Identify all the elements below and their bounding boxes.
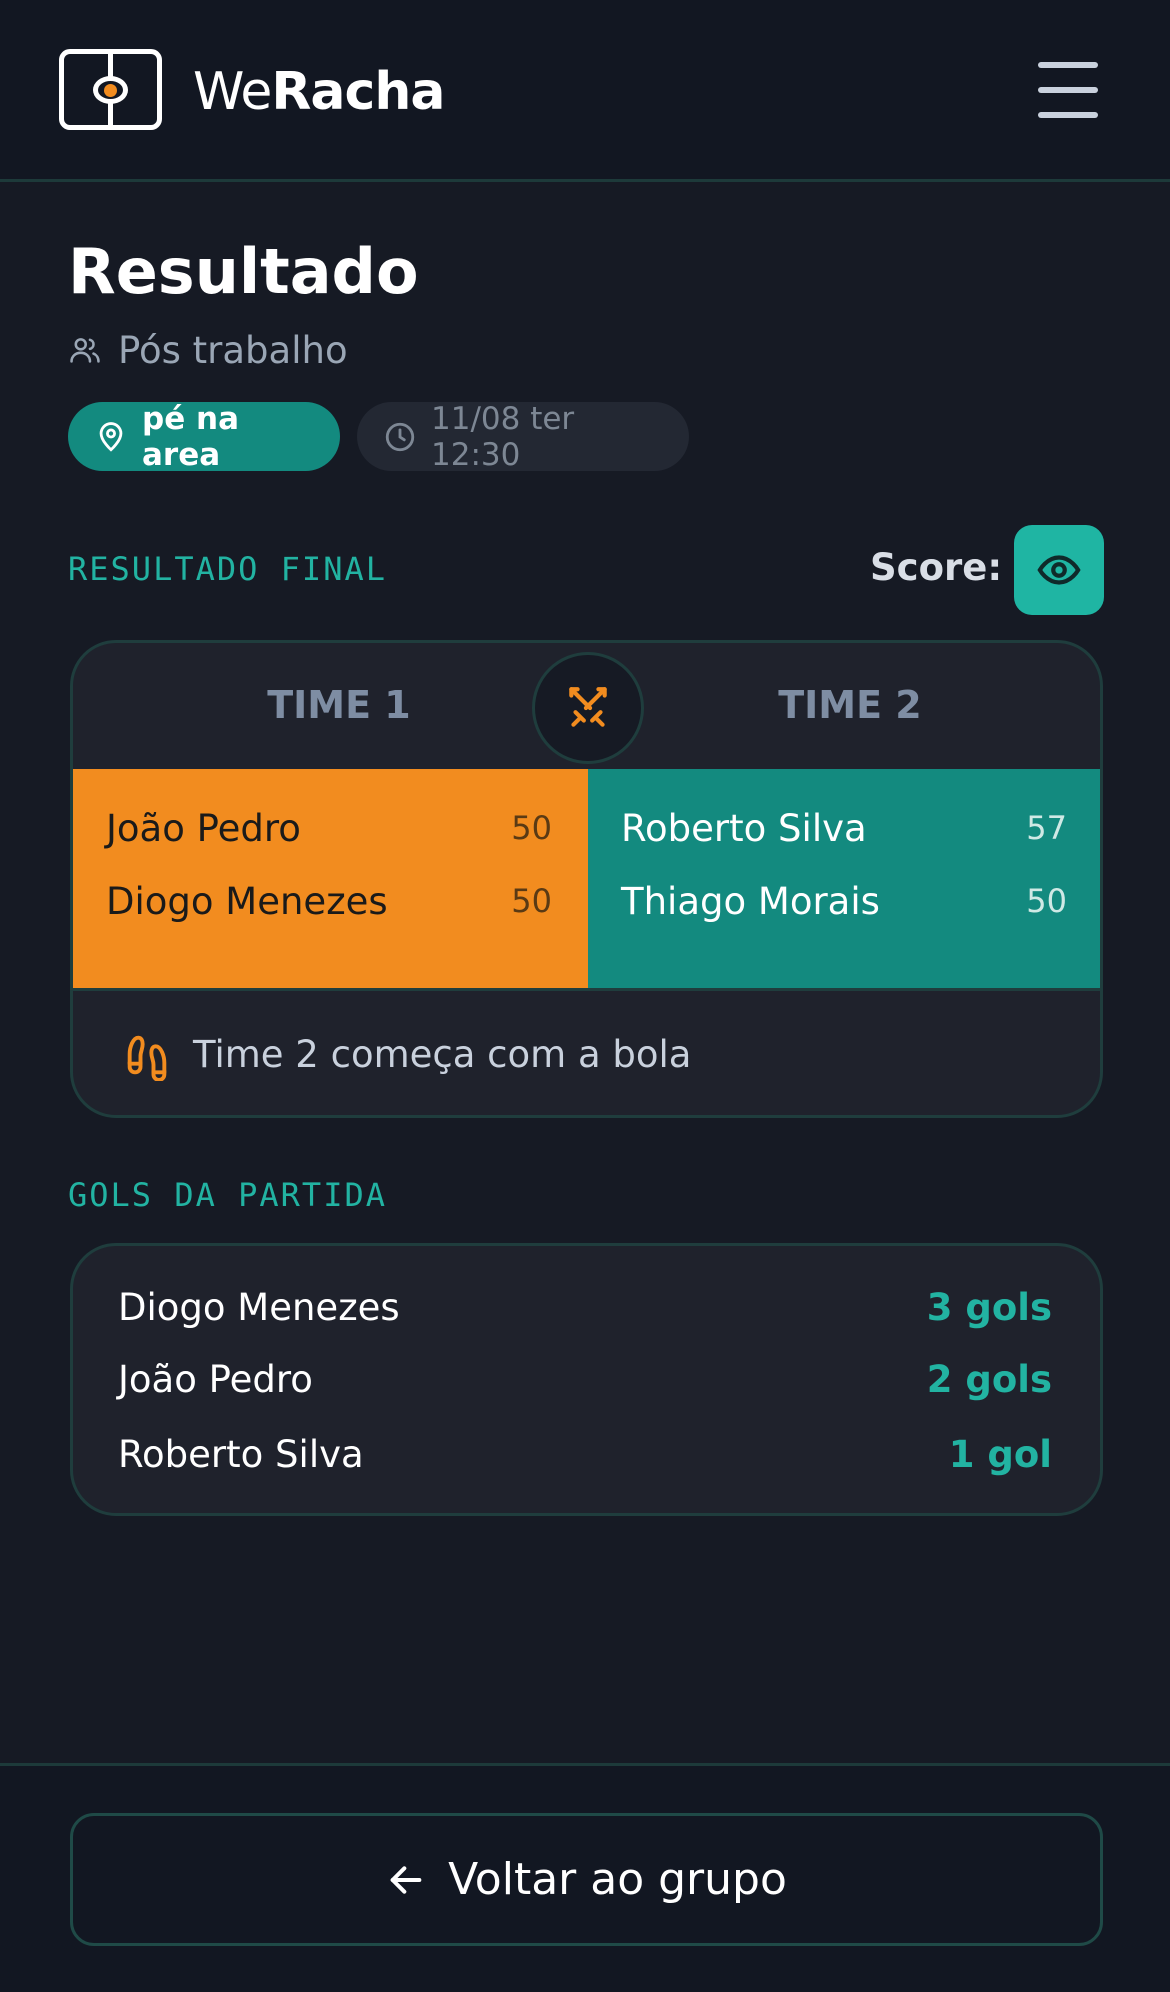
eye-icon <box>1037 555 1081 585</box>
scorer-name: João Pedro <box>118 1357 313 1401</box>
back-to-group-button[interactable]: Voltar ao grupo <box>70 1813 1103 1946</box>
player-score: 57 <box>1026 809 1067 847</box>
match-goals-label: GOLS DA PARTIDA <box>68 1176 387 1214</box>
scorer-name: Diogo Menezes <box>118 1285 400 1329</box>
team2-player-row: Roberto Silva 57 <box>621 800 1067 856</box>
versus-badge <box>532 652 644 764</box>
player-name: Roberto Silva <box>621 806 867 850</box>
player-score: 50 <box>511 809 552 847</box>
group-info: Pós trabalho <box>68 326 348 374</box>
player-name: Thiago Morais <box>621 879 880 923</box>
player-name: João Pedro <box>106 806 301 850</box>
brand-name[interactable]: WeRacha <box>193 60 445 124</box>
arrow-left-icon <box>390 1865 422 1894</box>
kickoff-info: Time 2 começa com a bola <box>73 988 1100 1115</box>
goal-row: João Pedro 2 gols <box>118 1351 1052 1407</box>
goal-row: Roberto Silva 1 gol <box>118 1426 1052 1482</box>
page-title: Resultado <box>68 235 419 308</box>
teams-card: TIME 1 TIME 2 João Pedro 50 Diogo Meneze… <box>70 640 1103 1118</box>
crossed-swords-icon <box>569 687 607 727</box>
logo-icon[interactable] <box>59 49 162 130</box>
team2-player-row: Thiago Morais 50 <box>621 873 1067 929</box>
location-chip[interactable]: pé na area <box>68 400 340 473</box>
location-pin-icon <box>99 421 123 452</box>
users-icon <box>70 338 100 363</box>
footprints-icon <box>127 1035 167 1081</box>
team1-player-row: João Pedro 50 <box>106 800 552 856</box>
team1-title: TIME 1 <box>267 683 411 727</box>
goal-count: 2 gols <box>926 1357 1052 1401</box>
datetime-chip: 11/08 ter 12:30 <box>357 400 689 473</box>
datetime-text: 11/08 ter 12:30 <box>431 400 575 473</box>
menu-icon[interactable] <box>1038 62 1098 118</box>
player-score: 50 <box>1026 882 1067 920</box>
clock-icon <box>385 422 415 451</box>
goal-count: 3 gols <box>926 1285 1052 1329</box>
team2-title: TIME 2 <box>778 683 922 727</box>
team2-panel: Roberto Silva 57 Thiago Morais 50 <box>588 769 1100 988</box>
goal-count: 1 gol <box>948 1432 1052 1476</box>
toggle-score-button[interactable] <box>1014 525 1104 615</box>
team1-panel: João Pedro 50 Diogo Menezes 50 <box>73 769 588 988</box>
back-button-label: Voltar ao grupo <box>448 1854 787 1905</box>
app-header: WeRacha <box>0 0 1170 182</box>
score-label: Score: <box>870 546 1003 589</box>
team1-player-row: Diogo Menezes 50 <box>106 873 552 929</box>
scorer-name: Roberto Silva <box>118 1432 364 1476</box>
group-name: Pós trabalho <box>118 328 348 372</box>
goal-row: Diogo Menezes 3 gols <box>118 1279 1052 1335</box>
player-name: Diogo Menezes <box>106 879 388 923</box>
kickoff-text: Time 2 começa com a bola <box>193 1033 692 1076</box>
final-result-label: RESULTADO FINAL <box>68 550 387 588</box>
player-score: 50 <box>511 882 552 920</box>
location-text: pé na area <box>142 400 239 473</box>
goals-card: Diogo Menezes 3 gols João Pedro 2 gols R… <box>70 1243 1103 1516</box>
result-page: WeRacha Resultado Pós trabalho pé na are… <box>0 0 1170 1992</box>
